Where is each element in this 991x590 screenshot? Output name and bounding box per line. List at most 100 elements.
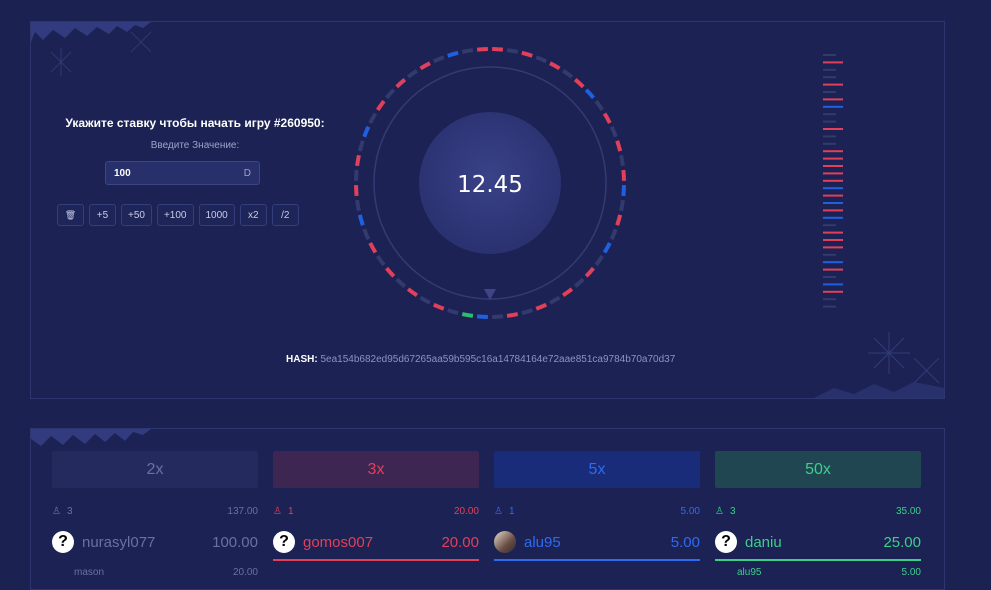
hash-label: HASH:	[286, 354, 318, 365]
wheel-segment	[549, 61, 561, 71]
history-marker	[823, 179, 843, 182]
player-amount: 20.00	[441, 533, 479, 551]
column-total: 20.00	[453, 505, 479, 517]
wheel-segment	[506, 48, 519, 54]
wheel-segment	[432, 55, 445, 64]
wheel-segment	[406, 287, 419, 298]
wheel-segment	[419, 295, 431, 305]
wheel-segment	[395, 277, 407, 288]
wheel-segment	[385, 266, 396, 278]
avatar: ?	[52, 531, 74, 553]
history-marker	[823, 113, 836, 116]
wheel-segment	[355, 154, 361, 167]
column-50x: 50x ♙ 3 35.00 ? daniu 25.00 alu95 5.00	[715, 451, 921, 578]
history-marker	[823, 135, 836, 138]
history-marker	[823, 61, 843, 64]
history-marker	[823, 239, 843, 241]
history-marker	[823, 54, 836, 56]
wheel-segment	[354, 169, 359, 181]
player-amount: 5.00	[901, 567, 921, 578]
wheel-segment	[362, 125, 371, 138]
history-marker	[823, 150, 843, 153]
wheel-segment	[492, 47, 504, 52]
column-3x: 3x ♙ 1 20.00 ? gomos007 20.00	[273, 451, 479, 561]
wheel-segment	[521, 308, 533, 316]
wheel-segment	[615, 140, 623, 152]
bet-prompt-title: Укажите ставку чтобы начать игру #260950…	[65, 116, 325, 130]
history-marker	[823, 283, 843, 286]
player-row: ? gomos007 20.00	[273, 529, 479, 561]
double-bet-button[interactable]: x2	[239, 204, 267, 226]
wheel-segment	[355, 199, 361, 212]
bets-panel: 2x ♙ 3 137.00 ? nurasyl077 100.00 mason 20…	[30, 428, 945, 590]
player-amount: 25.00	[883, 533, 921, 551]
wheel-segment	[506, 312, 519, 318]
player-row: mason 20.00	[52, 567, 258, 578]
wheel-segment	[535, 302, 548, 311]
wheel-segment	[492, 314, 504, 319]
add-100-button[interactable]: +100	[156, 204, 194, 226]
history-marker	[823, 194, 843, 197]
game-panel: Укажите ставку чтобы начать игру #260950…	[30, 21, 945, 399]
player-amount: 100.00	[212, 533, 258, 551]
bet-2x-button[interactable]: 2x	[52, 451, 258, 488]
history-marker	[823, 209, 843, 212]
wheel-segment	[521, 50, 533, 58]
history-marker	[823, 216, 843, 219]
set-1000-button[interactable]: 1000	[198, 204, 235, 226]
player-name: alu95	[737, 567, 762, 578]
history-marker	[823, 231, 843, 234]
player-row: ? daniu 25.00	[715, 529, 921, 561]
history-marker	[823, 290, 843, 293]
wheel-segment	[594, 99, 605, 112]
bet-3x-button[interactable]: 3x	[273, 451, 479, 488]
player-name: daniu	[745, 533, 782, 551]
history-marker	[823, 120, 836, 123]
history-marker	[823, 246, 843, 249]
frost-decoration-icon	[814, 332, 944, 398]
wheel-segment	[476, 47, 488, 52]
wheel-segment	[406, 68, 419, 79]
player-amount: 20.00	[232, 567, 258, 578]
wheel-segment	[461, 48, 474, 54]
avatar: ?	[273, 531, 295, 553]
history-marker	[823, 142, 836, 145]
player-name: gomos007	[303, 533, 374, 551]
wheel-segment	[375, 99, 386, 112]
wheel-segment	[609, 228, 618, 241]
bet-amount-value: 100	[114, 167, 131, 179]
user-count: 1	[508, 505, 515, 517]
half-bet-button[interactable]: /2	[271, 204, 299, 226]
wheel-segment	[535, 55, 548, 64]
player-name: alu95	[524, 533, 561, 551]
player-row: ? nurasyl077 100.00	[52, 529, 258, 561]
user-icon: ♙	[494, 505, 503, 517]
wheel-segment	[602, 242, 612, 254]
history-marker	[823, 68, 836, 71]
wheel-segment	[375, 254, 386, 267]
wheel-segment	[368, 242, 378, 254]
wheel-segment	[368, 112, 378, 124]
add-50-button[interactable]: +50	[121, 204, 152, 226]
history-strip	[823, 54, 843, 308]
history-marker	[823, 105, 843, 108]
wheel-segment	[584, 266, 595, 278]
user-icon: ♙	[715, 505, 724, 517]
user-count: 1	[287, 505, 294, 517]
quick-bet-buttons: 🗑 +5 +50 +100 1000 x2 /2	[57, 204, 299, 226]
wheel-segment	[621, 185, 626, 197]
column-total: 35.00	[895, 505, 921, 517]
wheel-value: 12.45	[457, 172, 523, 198]
wheel-segment	[362, 228, 371, 241]
column-total: 137.00	[227, 505, 258, 517]
bet-5x-button[interactable]: 5x	[494, 451, 700, 488]
wheel-segment	[619, 154, 625, 167]
column-total: 5.00	[680, 505, 700, 517]
history-marker	[823, 98, 843, 101]
clear-bet-button[interactable]: 🗑	[57, 204, 84, 226]
add-5-button[interactable]: +5	[89, 204, 116, 226]
bet-amount-input[interactable]: 100 D	[105, 161, 260, 185]
bet-50x-button[interactable]: 50x	[715, 451, 921, 488]
player-name: nurasyl077	[82, 533, 156, 551]
wheel-segment	[432, 302, 445, 311]
